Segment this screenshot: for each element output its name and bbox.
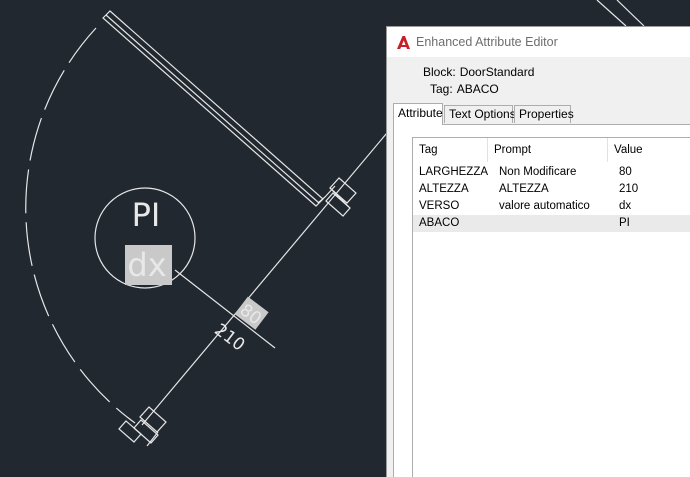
door-swing-arc	[25, 27, 136, 424]
attribute-list[interactable]: Tag Prompt Value LARGHEZZA Non Modificar…	[412, 137, 690, 477]
tag-label: Tag:	[430, 82, 453, 96]
block-label: Block:	[423, 65, 456, 79]
column-header-prompt[interactable]: Prompt	[487, 138, 607, 162]
row-tag: LARGHEZZA	[419, 166, 489, 178]
circle-top-text: PI	[132, 196, 161, 234]
dialog-title: Enhanced Attribute Editor	[416, 35, 558, 49]
table-row[interactable]: ALTEZZA ALTEZZA 210	[413, 181, 690, 198]
row-tag: ALTEZZA	[419, 183, 469, 195]
table-header: Tag Prompt Value	[413, 138, 690, 162]
row-tag: VERSO	[419, 200, 460, 212]
table-row[interactable]: VERSO valore automatico dx	[413, 198, 690, 215]
column-header-value[interactable]: Value	[607, 138, 690, 162]
title-bar[interactable]: Enhanced Attribute Editor	[387, 27, 690, 57]
tag-info: Tag: ABACO	[430, 82, 499, 96]
row-prompt: ALTEZZA	[499, 183, 549, 195]
tag-value: ABACO	[456, 82, 499, 96]
row-value: 80	[619, 166, 632, 178]
row-value: PI	[619, 217, 630, 229]
upper-jamb	[317, 177, 357, 217]
enhanced-attribute-editor-dialog[interactable]: Enhanced Attribute Editor Block: DoorStan…	[386, 26, 690, 477]
row-prompt: Non Modificare	[499, 166, 577, 178]
table-row[interactable]: LARGHEZZA Non Modificare 80	[413, 164, 690, 181]
block-info: Block: DoorStandard	[423, 65, 534, 79]
row-prompt: valore automatico	[499, 200, 590, 212]
autocad-app-icon	[396, 35, 411, 50]
circle-bottom-text: dx	[127, 246, 166, 284]
tab-text-options[interactable]: Text Options	[444, 105, 516, 123]
dim-value-210: 210	[210, 320, 248, 356]
door-leaf-inner-line	[105, 14, 320, 204]
lower-jamb	[118, 406, 167, 447]
row-value: dx	[619, 200, 632, 212]
tab-properties[interactable]: Properties	[514, 105, 574, 123]
tab-attribute[interactable]: Attribute	[393, 103, 443, 125]
row-tag: ABACO	[419, 217, 460, 229]
table-row-selected[interactable]: ABACO PI	[413, 215, 690, 232]
block-value: DoorStandard	[459, 65, 535, 79]
attribute-tab-panel: Tag Prompt Value LARGHEZZA Non Modificar…	[393, 124, 690, 477]
dim-value-80: 80	[236, 300, 265, 329]
column-header-tag[interactable]: Tag	[413, 138, 487, 162]
row-value: 210	[619, 183, 639, 195]
